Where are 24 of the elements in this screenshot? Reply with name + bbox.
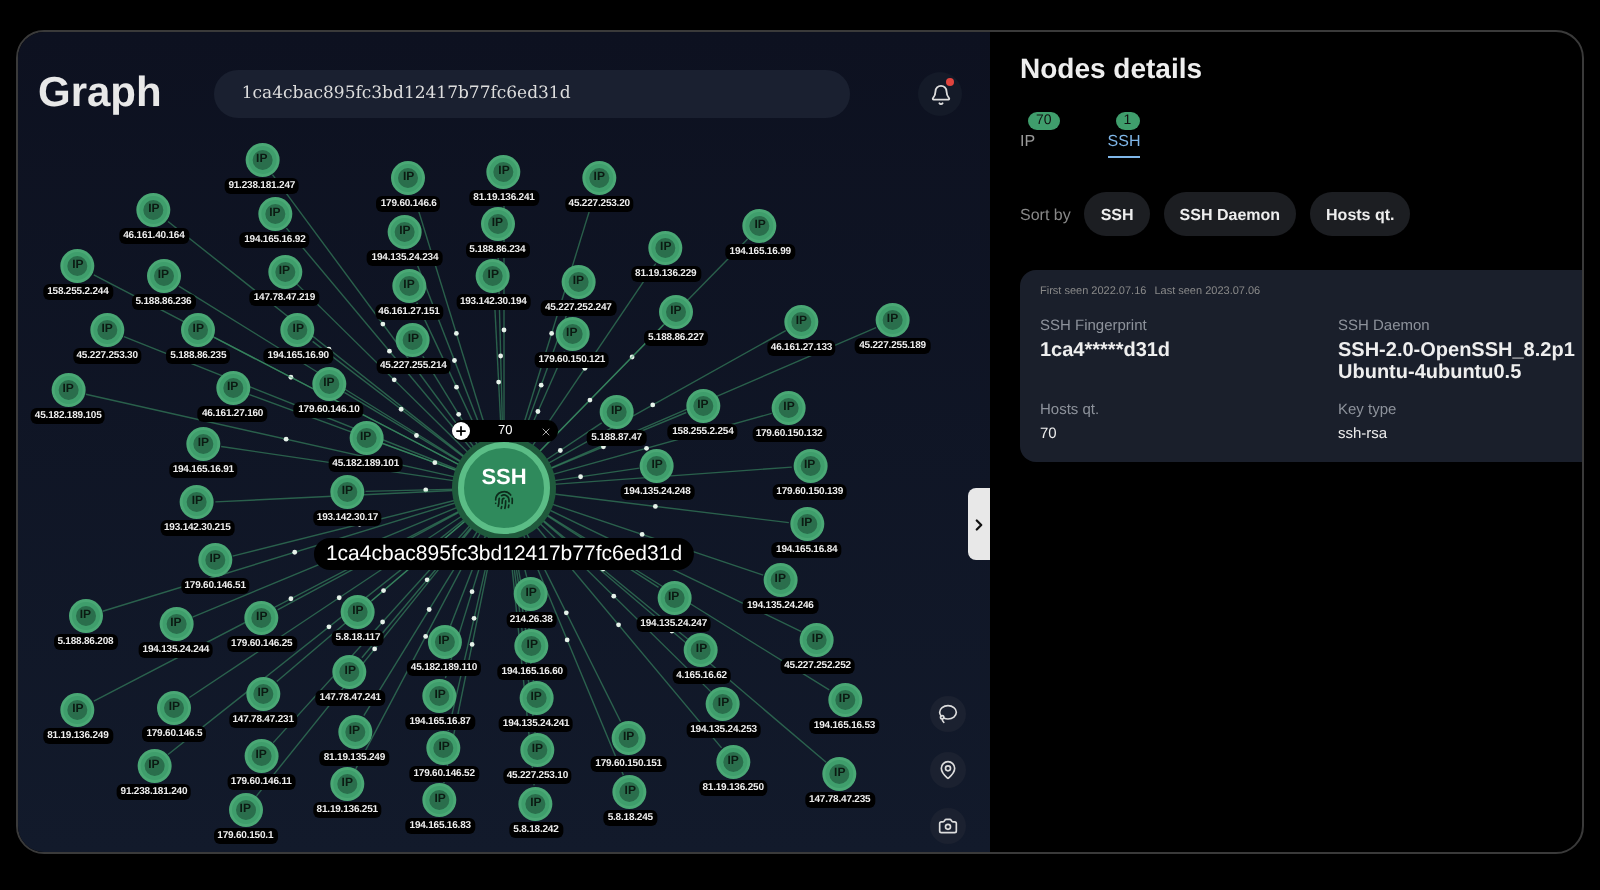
- ssh-node[interactable]: SSH: [458, 442, 550, 534]
- fingerprint-icon: [494, 490, 514, 510]
- lasso-icon: [938, 704, 958, 724]
- center-node-label: 1ca4cbac895fc3bd12417b77fc6ed31d: [313, 538, 695, 570]
- notifications-button[interactable]: [918, 72, 962, 116]
- sort-chip[interactable]: SSH: [1084, 192, 1150, 236]
- pin-icon: [938, 760, 958, 780]
- field-value: 1ca4*****d31d: [1040, 340, 1173, 362]
- plus-icon[interactable]: [452, 422, 470, 440]
- chevron-right-icon: [970, 515, 988, 533]
- panel-title: Nodes details: [1020, 52, 1205, 84]
- sort-chip[interactable]: SSH Daemon: [1163, 192, 1297, 236]
- search-field[interactable]: 1ca4cbac895fc3bd12417b77fc6ed31d: [213, 70, 850, 118]
- bell-icon: [929, 83, 951, 105]
- collapse-panel-button[interactable]: [968, 488, 990, 560]
- field-value: SSH-2.0-OpenSSH_8.2p1 Ubuntu-4ubuntu0.5: [1338, 340, 1577, 384]
- sort-chip[interactable]: Hosts qt.: [1310, 192, 1411, 236]
- close-icon[interactable]: [540, 425, 553, 437]
- pin-button[interactable]: [930, 752, 966, 788]
- sort-label: Sort by: [1020, 205, 1071, 223]
- camera-button[interactable]: [930, 808, 966, 844]
- lasso-button[interactable]: [930, 696, 966, 732]
- camera-icon: [938, 816, 958, 836]
- page-title: Graph: [38, 70, 162, 118]
